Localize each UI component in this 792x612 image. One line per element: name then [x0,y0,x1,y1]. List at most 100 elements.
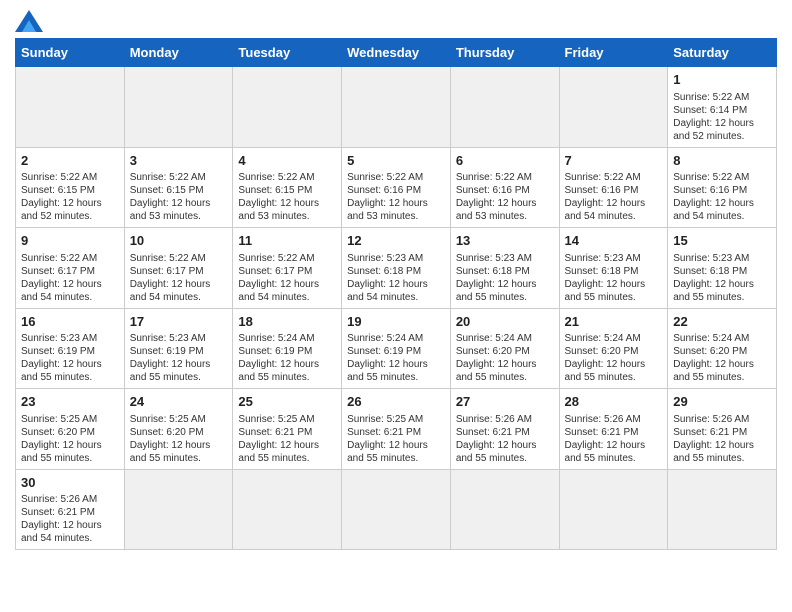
day-info: Sunrise: 5:22 AM Sunset: 6:16 PM Dayligh… [347,171,445,223]
calendar-week-row: 2Sunrise: 5:22 AM Sunset: 6:15 PM Daylig… [16,147,777,228]
day-number: 15 [673,232,771,250]
day-number: 17 [130,313,228,331]
generalblue-logo-icon [15,10,43,32]
day-info: Sunrise: 5:25 AM Sunset: 6:21 PM Dayligh… [238,413,336,465]
calendar-cell: 27 Sunrise: 5:26 AM Sunset: 6:21 PM Dayli… [450,389,559,470]
calendar-cell: 23Sunrise: 5:25 AM Sunset: 6:20 PM Dayli… [16,389,125,470]
day-number: 6 [456,152,554,170]
calendar-cell: 28Sunrise: 5:26 AM Sunset: 6:21 PM Dayli… [559,389,668,470]
calendar-cell: 17Sunrise: 5:23 AM Sunset: 6:19 PM Dayli… [124,308,233,389]
calendar-cell: 3Sunrise: 5:22 AM Sunset: 6:15 PM Daylig… [124,147,233,228]
day-number: 21 [565,313,663,331]
day-info: Sunrise: 5:22 AM Sunset: 6:17 PM Dayligh… [238,252,336,304]
calendar-week-row: 16Sunrise: 5:23 AM Sunset: 6:19 PM Dayli… [16,308,777,389]
calendar-cell [233,67,342,148]
day-number: 22 [673,313,771,331]
calendar-cell: 7Sunrise: 5:22 AM Sunset: 6:16 PM Daylig… [559,147,668,228]
calendar-week-row: 9 Sunrise: 5:22 AM Sunset: 6:17 PM Daylig… [16,228,777,309]
calendar-week-row: 30Sunrise: 5:26 AM Sunset: 6:21 PM Dayli… [16,469,777,550]
day-info: Sunrise: 5:22 AM Sunset: 6:15 PM Dayligh… [21,171,119,223]
day-number: 7 [565,152,663,170]
day-info: Sunrise: 5:24 AM Sunset: 6:20 PM Dayligh… [456,332,554,384]
day-info: Sunrise: 5:25 AM Sunset: 6:20 PM Dayligh… [21,413,119,465]
calendar-cell: 25 Sunrise: 5:25 AM Sunset: 6:21 PM Dayli… [233,389,342,470]
page-header [15,10,777,32]
calendar-table: SundayMondayTuesdayWednesdayThursdayFrid… [15,38,777,550]
calendar-cell [124,67,233,148]
day-number: 3 [130,152,228,170]
calendar-cell [342,67,451,148]
day-number: 29 [673,393,771,411]
day-info: Sunrise: 5:23 AM Sunset: 6:19 PM Dayligh… [21,332,119,384]
day-info: Sunrise: 5:26 AM Sunset: 6:21 PM Dayligh… [456,413,554,465]
calendar-cell: 29 Sunrise: 5:26 AM Sunset: 6:21 PM Dayli… [668,389,777,470]
day-info: Sunrise: 5:23 AM Sunset: 6:18 PM Dayligh… [565,252,663,304]
calendar-cell: 22Sunrise: 5:24 AM Sunset: 6:20 PM Dayli… [668,308,777,389]
calendar-cell [16,67,125,148]
day-number: 13 [456,232,554,250]
calendar-cell: 9Sunrise: 5:22 AM Sunset: 6:17 PM Daylig… [16,228,125,309]
day-info: Sunrise: 5:25 AM Sunset: 6:21 PM Dayligh… [347,413,445,465]
day-number: 12 [347,232,445,250]
day-info: Sunrise: 5:23 AM Sunset: 6:18 PM Dayligh… [347,252,445,304]
logo [15,10,47,32]
day-number: 4 [238,152,336,170]
calendar-cell [668,469,777,550]
day-info: Sunrise: 5:24 AM Sunset: 6:19 PM Dayligh… [238,332,336,384]
weekday-header-sunday: Sunday [16,39,125,67]
day-info: Sunrise: 5:22 AM Sunset: 6:16 PM Dayligh… [456,171,554,223]
day-number: 8 [673,152,771,170]
day-info: Sunrise: 5:23 AM Sunset: 6:19 PM Dayligh… [130,332,228,384]
day-number: 26 [347,393,445,411]
calendar-cell [450,469,559,550]
calendar-cell [233,469,342,550]
calendar-cell [342,469,451,550]
calendar-cell: 8Sunrise: 5:22 AM Sunset: 6:16 PM Daylig… [668,147,777,228]
day-info: Sunrise: 5:22 AM Sunset: 6:17 PM Dayligh… [130,252,228,304]
calendar-cell: 4Sunrise: 5:22 AM Sunset: 6:15 PM Daylig… [233,147,342,228]
calendar-header-row: SundayMondayTuesdayWednesdayThursdayFrid… [16,39,777,67]
day-info: Sunrise: 5:23 AM Sunset: 6:18 PM Dayligh… [673,252,771,304]
day-number: 25 [238,393,336,411]
day-number: 14 [565,232,663,250]
day-info: Sunrise: 5:23 AM Sunset: 6:18 PM Dayligh… [456,252,554,304]
calendar-week-row: 1 Sunrise: 5:22 AM Sunset: 6:14 PM Daylig… [16,67,777,148]
calendar-cell: 6Sunrise: 5:22 AM Sunset: 6:16 PM Daylig… [450,147,559,228]
day-number: 5 [347,152,445,170]
calendar-cell: 15 Sunrise: 5:23 AM Sunset: 6:18 PM Dayli… [668,228,777,309]
calendar-cell: 12 Sunrise: 5:23 AM Sunset: 6:18 PM Dayli… [342,228,451,309]
day-number: 30 [21,474,119,492]
calendar-cell: 16Sunrise: 5:23 AM Sunset: 6:19 PM Dayli… [16,308,125,389]
calendar-cell: 30Sunrise: 5:26 AM Sunset: 6:21 PM Dayli… [16,469,125,550]
day-number: 18 [238,313,336,331]
day-number: 16 [21,313,119,331]
day-info: Sunrise: 5:26 AM Sunset: 6:21 PM Dayligh… [565,413,663,465]
day-info: Sunrise: 5:24 AM Sunset: 6:20 PM Dayligh… [565,332,663,384]
day-info: Sunrise: 5:22 AM Sunset: 6:15 PM Dayligh… [130,171,228,223]
day-number: 24 [130,393,228,411]
weekday-header-monday: Monday [124,39,233,67]
calendar-cell: 2Sunrise: 5:22 AM Sunset: 6:15 PM Daylig… [16,147,125,228]
calendar-cell [559,67,668,148]
calendar-cell: 20Sunrise: 5:24 AM Sunset: 6:20 PM Dayli… [450,308,559,389]
day-number: 27 [456,393,554,411]
day-info: Sunrise: 5:22 AM Sunset: 6:15 PM Dayligh… [238,171,336,223]
calendar-cell: 11Sunrise: 5:22 AM Sunset: 6:17 PM Dayli… [233,228,342,309]
day-info: Sunrise: 5:22 AM Sunset: 6:16 PM Dayligh… [673,171,771,223]
day-info: Sunrise: 5:22 AM Sunset: 6:14 PM Dayligh… [673,91,771,143]
day-number: 1 [673,71,771,89]
weekday-header-wednesday: Wednesday [342,39,451,67]
calendar-cell [559,469,668,550]
day-number: 19 [347,313,445,331]
weekday-header-saturday: Saturday [668,39,777,67]
weekday-header-friday: Friday [559,39,668,67]
day-info: Sunrise: 5:26 AM Sunset: 6:21 PM Dayligh… [673,413,771,465]
calendar-cell: 1 Sunrise: 5:22 AM Sunset: 6:14 PM Daylig… [668,67,777,148]
day-number: 9 [21,232,119,250]
calendar-cell: 14 Sunrise: 5:23 AM Sunset: 6:18 PM Dayli… [559,228,668,309]
day-info: Sunrise: 5:22 AM Sunset: 6:16 PM Dayligh… [565,171,663,223]
day-number: 2 [21,152,119,170]
calendar-cell: 10Sunrise: 5:22 AM Sunset: 6:17 PM Dayli… [124,228,233,309]
calendar-week-row: 23Sunrise: 5:25 AM Sunset: 6:20 PM Dayli… [16,389,777,470]
weekday-header-thursday: Thursday [450,39,559,67]
